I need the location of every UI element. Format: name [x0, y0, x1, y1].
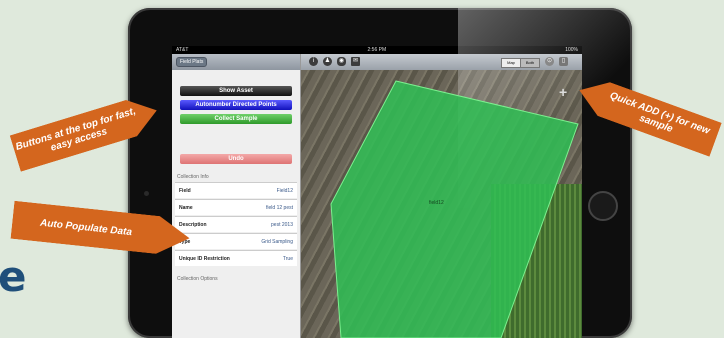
tablet-device: AT&T 2:56 PM 100% Field Plats Show Asset… [128, 8, 632, 338]
row-key: Name [179, 205, 193, 211]
collection-panel: Field Plats Show Asset Autonumber Direct… [172, 54, 301, 338]
eye-icon[interactable]: ◉ [337, 57, 346, 66]
map-view[interactable]: field12 i ♟ ◉ ✉ Map Both ⊙ ▯ + [301, 54, 582, 338]
row-value: pest 2013 [271, 222, 293, 228]
trash-icon[interactable]: ▯ [559, 57, 568, 66]
callout-buttons-top-text: Buttons at the top for fast, easy access [14, 105, 138, 154]
back-button[interactable]: Field Plats [176, 57, 208, 67]
autonumber-points-button[interactable]: Autonumber Directed Points [180, 100, 292, 110]
status-bar: AT&T 2:56 PM 100% [172, 46, 582, 54]
person-icon[interactable]: ♟ [323, 57, 332, 66]
both-segment[interactable]: Both [520, 58, 540, 68]
info-row-field[interactable]: Field Field12 [175, 182, 297, 198]
collect-sample-button[interactable]: Collect Sample [180, 114, 292, 124]
map-segment[interactable]: Map [501, 58, 521, 68]
field-polygon [330, 80, 579, 338]
row-value: Grid Sampling [261, 239, 293, 245]
quick-add-button[interactable]: + [559, 84, 567, 100]
panel-nav-bar: Field Plats [172, 54, 300, 70]
background-letter: e [0, 252, 27, 301]
row-key: Unique ID Restriction [179, 256, 230, 262]
clock-label: 2:56 PM [367, 47, 387, 53]
camera-dot [144, 191, 149, 196]
mail-icon[interactable]: ✉ [351, 57, 360, 66]
callout-auto-populate-text: Auto Populate Data [39, 217, 133, 238]
row-key: Field [179, 188, 191, 194]
battery-label: 100% [565, 47, 578, 53]
collection-info-header: Collection Info [177, 174, 209, 180]
home-button[interactable] [588, 191, 618, 221]
row-value: field 12 pest [266, 205, 293, 211]
field-label: field12 [429, 200, 444, 206]
show-asset-button[interactable]: Show Asset [180, 86, 292, 96]
undo-button[interactable]: Undo [180, 154, 292, 164]
info-icon[interactable]: i [309, 57, 318, 66]
info-row-type[interactable]: Type Grid Sampling [175, 233, 297, 249]
info-row-unique-id[interactable]: Unique ID Restriction True [175, 250, 297, 266]
row-value: Field12 [276, 188, 293, 194]
app-screen: AT&T 2:56 PM 100% Field Plats Show Asset… [172, 46, 582, 338]
row-value: True [282, 256, 293, 262]
collection-options-header: Collection Options [177, 276, 218, 282]
gps-icon[interactable]: ⊙ [545, 57, 554, 66]
map-toolbar: i ♟ ◉ ✉ Map Both ⊙ ▯ [301, 54, 582, 70]
info-row-description[interactable]: Description pest 2013 [175, 216, 297, 232]
info-row-name[interactable]: Name field 12 pest [175, 199, 297, 215]
field-boundary-layer: field12 [330, 80, 579, 338]
carrier-label: AT&T [176, 47, 189, 53]
row-key: Description [179, 222, 207, 228]
